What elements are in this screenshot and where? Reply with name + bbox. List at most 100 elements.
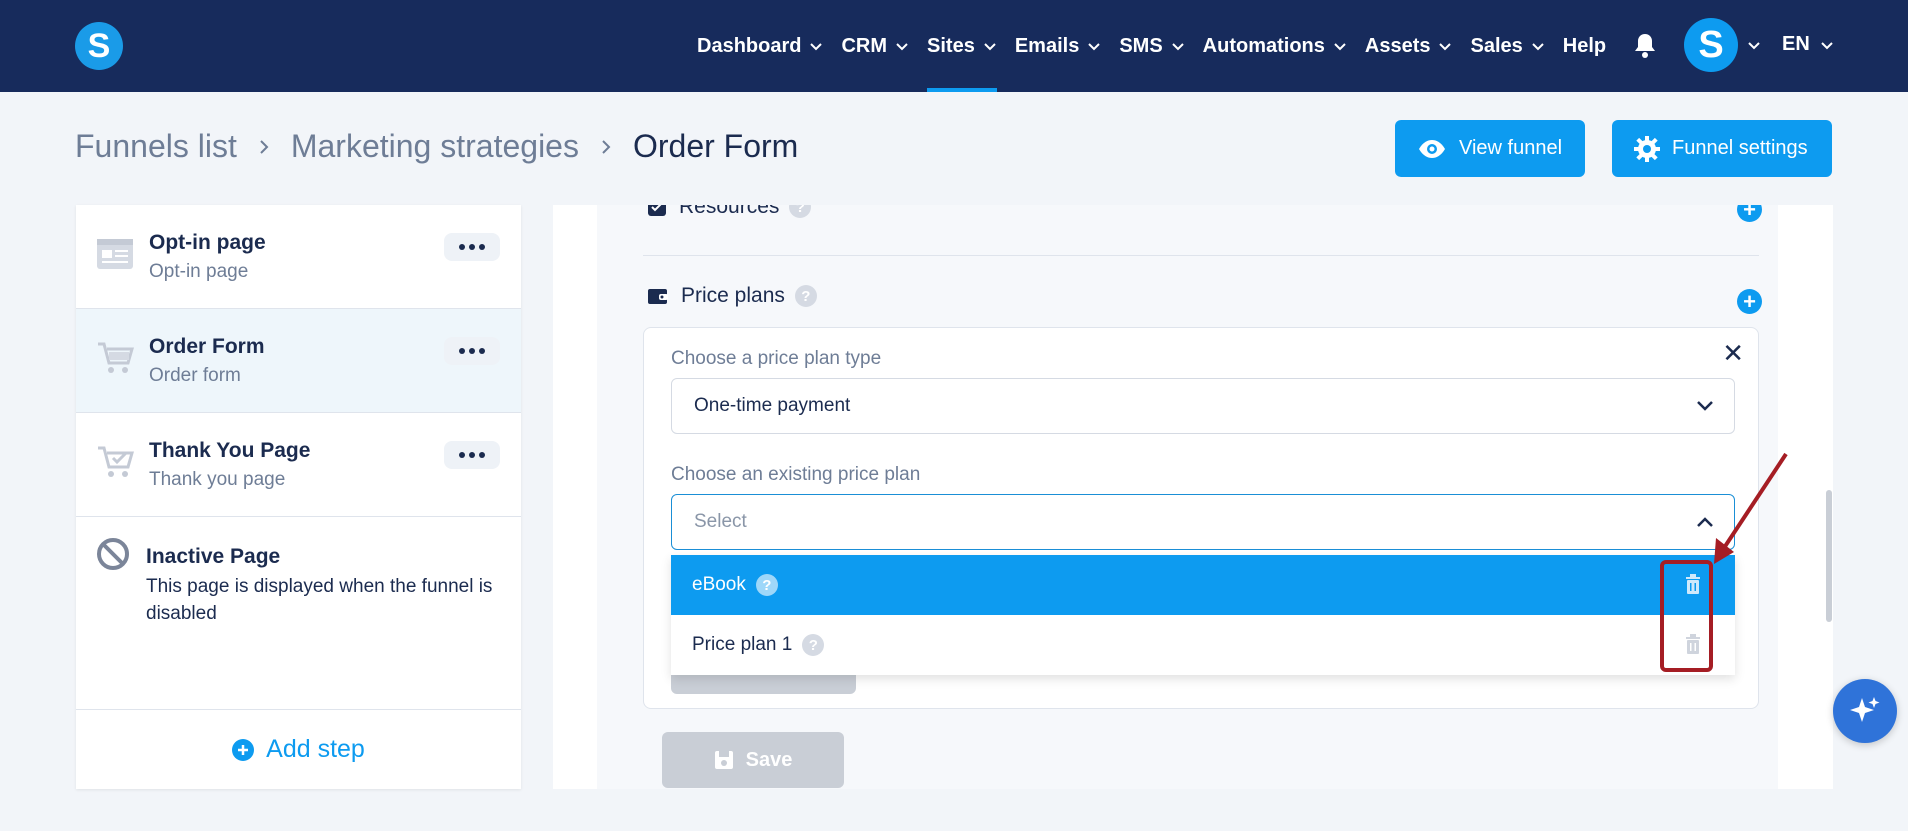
disabled-icon (97, 538, 129, 570)
nav-item-emails[interactable]: Emails (1015, 0, 1101, 92)
step-thank-you-page[interactable]: Thank You Page Thank you page (76, 413, 521, 517)
main-nav: Dashboard CRM Sites Emails SMS Automatio… (697, 0, 1626, 92)
breadcrumb-marketing-strategies[interactable]: Marketing strategies (291, 128, 579, 165)
funnel-steps-panel: Opt-in page Opt-in page Order Form Order… (76, 205, 521, 789)
sparkle-icon (1850, 697, 1880, 722)
inactive-page-description: This page is displayed when the funnel i… (146, 576, 493, 624)
chevron-down-icon (1697, 401, 1713, 411)
bell-icon[interactable] (1633, 32, 1657, 58)
save-button[interactable]: Save (662, 732, 844, 788)
existing-plan-placeholder: Select (694, 511, 747, 532)
help-icon[interactable]: ? (802, 634, 825, 656)
add-price-plan-button[interactable]: + (1737, 289, 1762, 314)
annotation-highlight-box (1660, 560, 1713, 672)
nav-label: Assets (1364, 34, 1431, 57)
nav-label: Emails (1014, 34, 1080, 57)
chevron-down-icon (984, 43, 996, 51)
plan-type-label: Choose a price plan type (671, 348, 882, 369)
page-layout-icon (97, 239, 133, 269)
chevron-down-icon (896, 43, 908, 51)
nav-label: Dashboard (697, 34, 802, 57)
step-subtitle: Opt-in page (149, 261, 249, 282)
nav-item-sales[interactable]: Sales (1470, 0, 1544, 92)
add-resource-button[interactable]: + (1737, 205, 1762, 222)
inactive-page-title: Inactive Page (146, 545, 281, 568)
step-subtitle: Order form (149, 365, 241, 386)
cart-icon (98, 342, 134, 373)
plus-circle-icon (232, 738, 255, 761)
chevron-right-icon (602, 139, 611, 154)
scrollbar[interactable] (1826, 490, 1832, 622)
ai-assistant-button[interactable] (1833, 679, 1897, 743)
page-title: Order Form (632, 128, 799, 164)
language-selector[interactable]: EN (1782, 33, 1834, 56)
step-title: Order Form (149, 335, 265, 358)
floppy-disk-icon (714, 751, 733, 769)
chevron-right-icon (260, 139, 269, 154)
chevron-down-icon (810, 43, 823, 51)
cart-check-icon (98, 446, 134, 477)
nav-item-crm[interactable]: CRM (841, 0, 909, 92)
step-opt-in-page[interactable]: Opt-in page Opt-in page (76, 205, 521, 309)
nav-label: Sales (1470, 34, 1523, 57)
nav-label: Sites (927, 34, 975, 57)
step-title: Thank You Page (149, 439, 311, 462)
chevron-down-icon (1171, 43, 1184, 51)
step-subtitle: Thank you page (149, 469, 286, 490)
resources-section-header: Resources ? (647, 205, 812, 219)
price-plans-label: Price plans (681, 284, 785, 307)
breadcrumb-funnels-list[interactable]: Funnels list (75, 128, 237, 165)
plan-type-select[interactable]: One-time payment (671, 378, 1735, 434)
gear-icon (1634, 135, 1660, 162)
nav-label: Automations (1202, 34, 1325, 57)
avatar[interactable]: S (1684, 18, 1738, 72)
annotation-arrow-icon (1714, 452, 1788, 564)
help-icon[interactable]: ? (755, 574, 778, 596)
app-logo[interactable]: S (75, 22, 123, 70)
nav-item-automations[interactable]: Automations (1203, 0, 1347, 92)
help-icon[interactable]: ? (789, 205, 812, 218)
more-options-button[interactable] (444, 441, 500, 469)
inactive-page-item[interactable]: Inactive Page This page is displayed whe… (76, 517, 521, 714)
main-editor-panel: Resources ? + Price plans ? + ✕ Choose a… (553, 205, 1833, 789)
resources-label: Resources (679, 205, 780, 218)
funnel-settings-label: Funnel settings (1672, 137, 1808, 159)
section-divider (643, 255, 1759, 256)
language-label: EN (1782, 33, 1810, 55)
nav-item-sms[interactable]: SMS (1119, 0, 1184, 92)
chevron-down-icon (1439, 43, 1452, 51)
save-label: Save (745, 748, 793, 771)
step-order-form[interactable]: Order Form Order form (76, 309, 521, 413)
nav-label: CRM (841, 34, 888, 57)
chevron-down-icon (1821, 41, 1833, 49)
nav-item-help[interactable]: Help (1563, 0, 1606, 92)
option-label: eBook (692, 574, 746, 595)
price-plan-card: ✕ Choose a price plan type One-time paym… (643, 327, 1759, 709)
help-icon[interactable]: ? (794, 285, 817, 307)
top-navbar: S Dashboard CRM Sites Emails SMS Automat… (0, 0, 1908, 92)
option-label: Price plan 1 (692, 634, 793, 655)
chevron-down-icon (1334, 43, 1346, 51)
plan-type-value: One-time payment (694, 395, 851, 416)
nav-item-assets[interactable]: Assets (1365, 0, 1453, 92)
chevron-down-icon[interactable] (1747, 38, 1761, 52)
dropdown-option-ebook[interactable]: eBook ? (671, 555, 1735, 615)
nav-item-sites[interactable]: Sites (927, 0, 997, 92)
existing-plan-select[interactable]: Select (671, 494, 1735, 550)
dropdown-option-price-plan-1[interactable]: Price plan 1 ? (671, 615, 1735, 675)
price-plan-dropdown: eBook ? Price plan 1 ? (671, 555, 1735, 675)
more-options-button[interactable] (444, 233, 500, 261)
price-plans-section-header: Price plans ? (647, 284, 817, 308)
existing-plan-label: Choose an existing price plan (671, 464, 921, 485)
step-title: Opt-in page (149, 231, 266, 254)
nav-label: SMS (1119, 34, 1163, 57)
close-icon[interactable]: ✕ (1722, 338, 1744, 369)
editor-content: Resources ? + Price plans ? + ✕ Choose a… (597, 205, 1778, 789)
add-step-label: Add step (266, 735, 365, 763)
view-funnel-label: View funnel (1459, 137, 1563, 159)
view-funnel-button[interactable]: View funnel (1395, 120, 1585, 177)
nav-item-dashboard[interactable]: Dashboard (697, 0, 823, 92)
funnel-settings-button[interactable]: Funnel settings (1612, 120, 1832, 177)
more-options-button[interactable] (444, 337, 500, 365)
add-step-button[interactable]: Add step (76, 709, 521, 789)
